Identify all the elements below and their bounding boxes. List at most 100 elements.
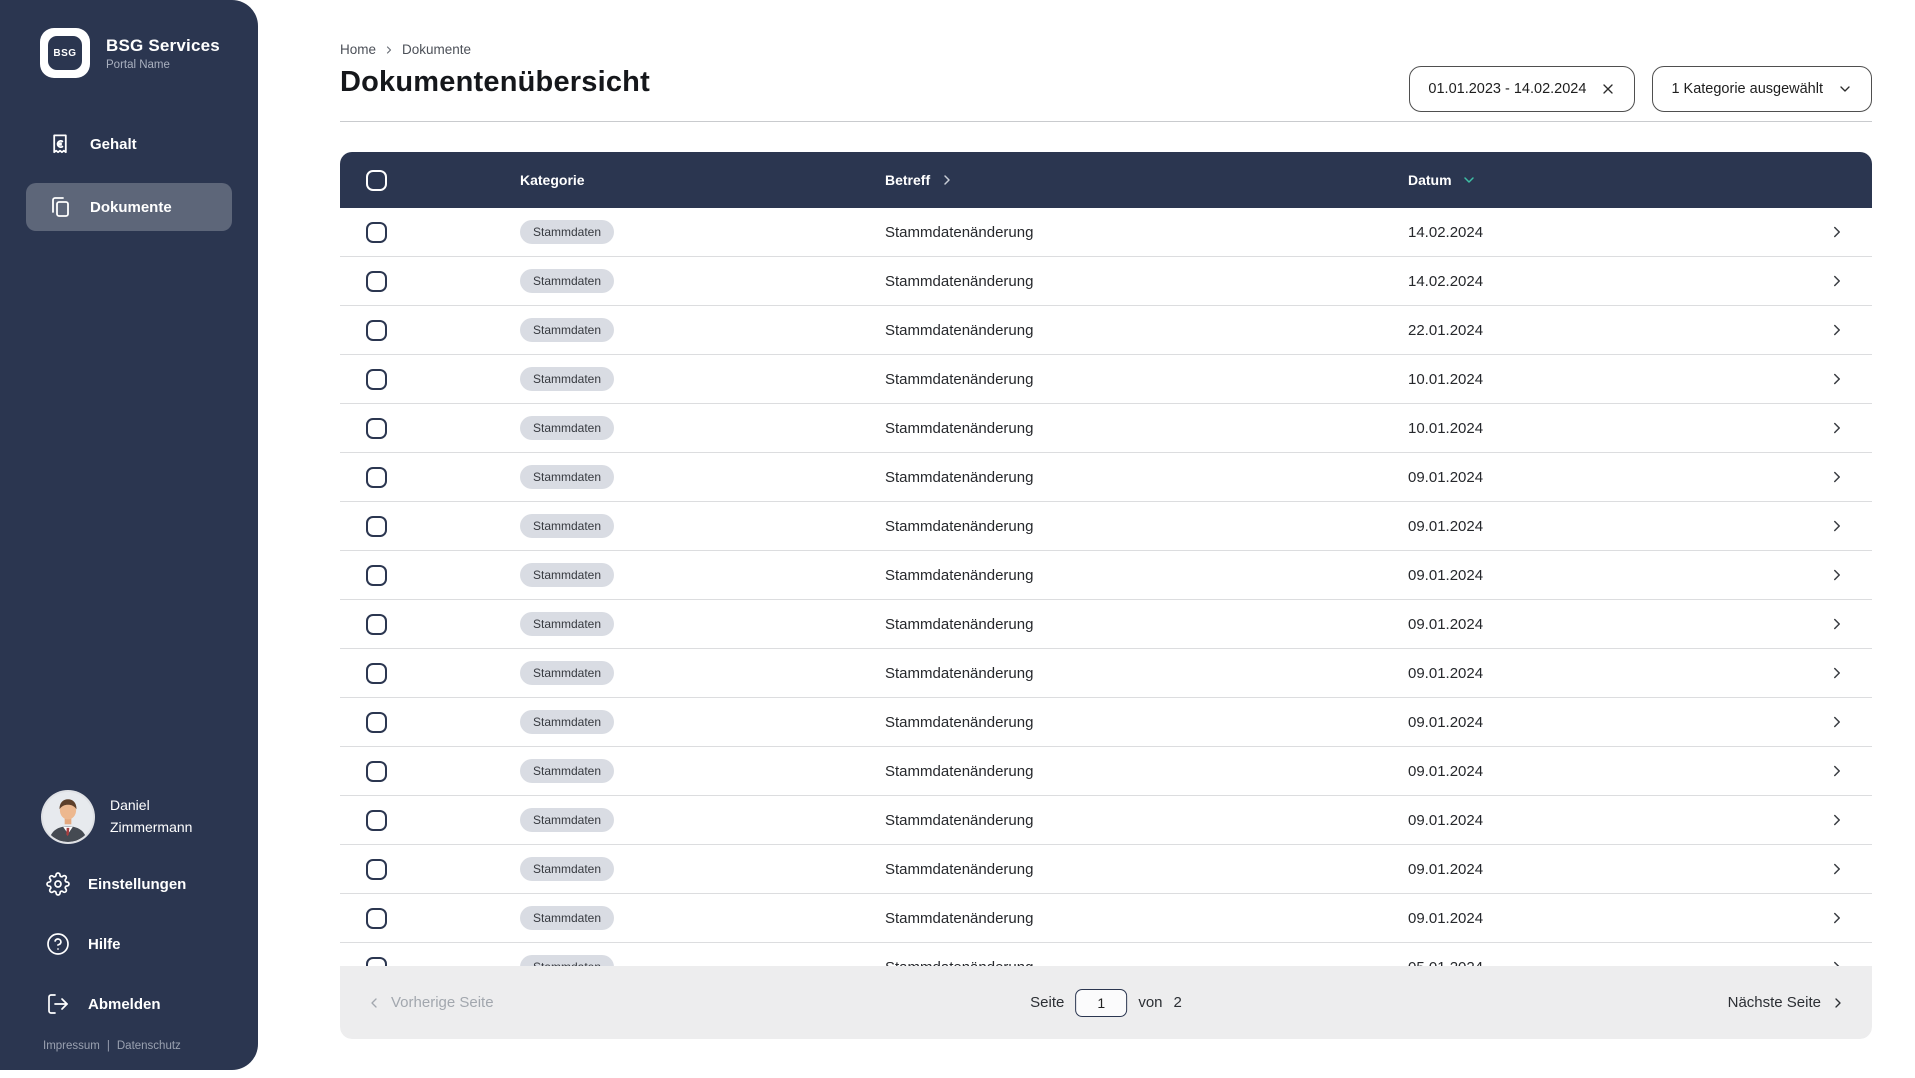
- breadcrumb-dokumente[interactable]: Dokumente: [402, 42, 471, 57]
- row-checkbox[interactable]: [366, 270, 387, 292]
- row-datum: 14.02.2024: [1408, 272, 1484, 290]
- breadcrumb-chevron-icon: [386, 45, 392, 54]
- table-row[interactable]: Stammdaten Stammdatenänderung 14.02.2024: [340, 208, 1872, 257]
- page-number-input[interactable]: [1075, 988, 1128, 1017]
- breadcrumb-home[interactable]: Home: [340, 42, 376, 57]
- table-row[interactable]: Stammdaten Stammdatenänderung 22.01.2024: [340, 306, 1872, 355]
- sidebar-item-hilfe[interactable]: Hilfe: [0, 914, 258, 974]
- chevron-right-icon[interactable]: [1828, 272, 1846, 290]
- chevron-right-icon[interactable]: [1828, 321, 1846, 339]
- row-checkbox[interactable]: [366, 319, 387, 341]
- row-datum: 09.01.2024: [1408, 811, 1484, 829]
- brand-logo-mark: BSG: [48, 36, 82, 70]
- select-all-checkbox[interactable]: [366, 169, 387, 191]
- category-badge: Stammdaten: [520, 661, 615, 685]
- row-betreff: Stammdatenänderung: [885, 811, 1034, 829]
- category-filter-value: 1 Kategorie ausgewählt: [1671, 81, 1823, 97]
- sidebar-item-abmelden[interactable]: Abmelden: [0, 974, 258, 1034]
- chevron-right-icon[interactable]: [1828, 762, 1846, 780]
- sidebar-item-label: Dokumente: [90, 198, 172, 216]
- date-range-filter[interactable]: 01.01.2023 - 14.02.2024: [1409, 66, 1636, 112]
- sort-chevron-down-icon[interactable]: [1461, 172, 1477, 188]
- table-row[interactable]: Stammdaten Stammdatenänderung 09.01.2024: [340, 600, 1872, 649]
- row-betreff: Stammdatenänderung: [885, 223, 1034, 241]
- next-page-button[interactable]: Nächste Seite: [1728, 994, 1846, 1011]
- chevron-right-icon[interactable]: [1828, 223, 1846, 241]
- row-datum: 09.01.2024: [1408, 909, 1484, 927]
- sidebar-item-gehalt[interactable]: Gehalt: [0, 120, 258, 168]
- chevron-right-icon[interactable]: [1828, 811, 1846, 829]
- chevron-right-icon[interactable]: [1828, 615, 1846, 633]
- total-pages: 2: [1173, 994, 1182, 1011]
- chevron-right-icon[interactable]: [1828, 860, 1846, 878]
- table-row[interactable]: Stammdaten Stammdatenänderung 10.01.2024: [340, 355, 1872, 404]
- row-checkbox[interactable]: [366, 466, 387, 488]
- datenschutz-link[interactable]: Datenschutz: [117, 1040, 181, 1052]
- category-badge: Stammdaten: [520, 857, 615, 881]
- row-datum: 10.01.2024: [1408, 419, 1484, 437]
- row-datum: 09.01.2024: [1408, 713, 1484, 731]
- receipt-euro-icon: [53, 134, 67, 154]
- close-icon[interactable]: [1600, 81, 1616, 97]
- chevron-right-icon[interactable]: [1828, 566, 1846, 584]
- row-checkbox[interactable]: [366, 368, 387, 390]
- filter-bar: 01.01.2023 - 14.02.2024 1 Kategorie ausg…: [1409, 66, 1872, 112]
- column-header-betreff[interactable]: Betreff: [885, 172, 1408, 188]
- row-checkbox[interactable]: [366, 417, 387, 439]
- chevron-right-icon[interactable]: [1828, 419, 1846, 437]
- chevron-right-icon[interactable]: [1828, 713, 1846, 731]
- row-checkbox[interactable]: [366, 662, 387, 684]
- table-row[interactable]: Stammdaten Stammdatenänderung 09.01.2024: [340, 698, 1872, 747]
- row-betreff: Stammdatenänderung: [885, 664, 1034, 682]
- chevron-right-icon[interactable]: [1828, 909, 1846, 927]
- sidebar-item-label: Gehalt: [90, 135, 137, 153]
- row-datum: 09.01.2024: [1408, 468, 1484, 486]
- column-header-datum[interactable]: Datum: [1408, 172, 1812, 188]
- row-betreff: Stammdatenänderung: [885, 762, 1034, 780]
- table-row[interactable]: Stammdaten Stammdatenänderung 09.01.2024: [340, 649, 1872, 698]
- brand-subtitle: Portal Name: [106, 58, 170, 71]
- row-checkbox[interactable]: [366, 809, 387, 831]
- row-checkbox[interactable]: [366, 760, 387, 782]
- chevron-right-icon[interactable]: [1828, 468, 1846, 486]
- row-checkbox[interactable]: [366, 711, 387, 733]
- chevron-right-icon[interactable]: [1828, 370, 1846, 388]
- table-row[interactable]: Stammdaten Stammdatenänderung 09.01.2024: [340, 747, 1872, 796]
- row-checkbox[interactable]: [366, 907, 387, 929]
- table-row[interactable]: Stammdaten Stammdatenänderung 10.01.2024: [340, 404, 1872, 453]
- row-betreff: Stammdatenänderung: [885, 468, 1034, 486]
- impressum-link[interactable]: Impressum: [43, 1040, 100, 1052]
- chevron-left-icon: [371, 997, 377, 1008]
- sort-chevron-right-icon[interactable]: [939, 172, 955, 188]
- row-betreff: Stammdatenänderung: [885, 517, 1034, 535]
- row-datum: 09.01.2024: [1408, 762, 1484, 780]
- help-circle-icon: [47, 933, 69, 955]
- table-row[interactable]: Stammdaten Stammdatenänderung 09.01.2024: [340, 894, 1872, 943]
- table-row[interactable]: Stammdaten Stammdatenänderung 09.01.2024: [340, 845, 1872, 894]
- row-betreff: Stammdatenänderung: [885, 370, 1034, 388]
- category-filter[interactable]: 1 Kategorie ausgewählt: [1652, 66, 1872, 112]
- row-checkbox[interactable]: [366, 221, 387, 243]
- row-checkbox[interactable]: [366, 515, 387, 537]
- table-row[interactable]: Stammdaten Stammdatenänderung 09.01.2024: [340, 551, 1872, 600]
- table-row[interactable]: Stammdaten Stammdatenänderung 09.01.2024: [340, 796, 1872, 845]
- documents-table: Kategorie Betreff Datum Stammdaten Stamm…: [340, 152, 1872, 1039]
- row-checkbox[interactable]: [366, 613, 387, 635]
- chevron-right-icon[interactable]: [1828, 517, 1846, 535]
- user-profile[interactable]: Daniel Zimmermann: [0, 792, 258, 842]
- chevron-right-icon[interactable]: [1828, 664, 1846, 682]
- row-betreff: Stammdatenänderung: [885, 860, 1034, 878]
- column-header-kategorie[interactable]: Kategorie: [520, 172, 885, 188]
- table-row[interactable]: Stammdaten Stammdatenänderung 09.01.2024: [340, 453, 1872, 502]
- page-control: Seite von 2: [1030, 988, 1182, 1017]
- gear-icon: [46, 872, 70, 896]
- row-checkbox[interactable]: [366, 858, 387, 880]
- row-checkbox[interactable]: [366, 564, 387, 586]
- table-row[interactable]: Stammdaten Stammdatenänderung 14.02.2024: [340, 257, 1872, 306]
- category-badge: Stammdaten: [520, 465, 615, 489]
- table-row[interactable]: Stammdaten Stammdatenänderung 09.01.2024: [340, 502, 1872, 551]
- brand-text: BSG Services Portal Name: [106, 36, 220, 71]
- sidebar-item-dokumente[interactable]: Dokumente: [26, 183, 232, 231]
- previous-page-button[interactable]: Vorherige Seite: [366, 994, 494, 1011]
- sidebar-item-einstellungen[interactable]: Einstellungen: [0, 854, 258, 914]
